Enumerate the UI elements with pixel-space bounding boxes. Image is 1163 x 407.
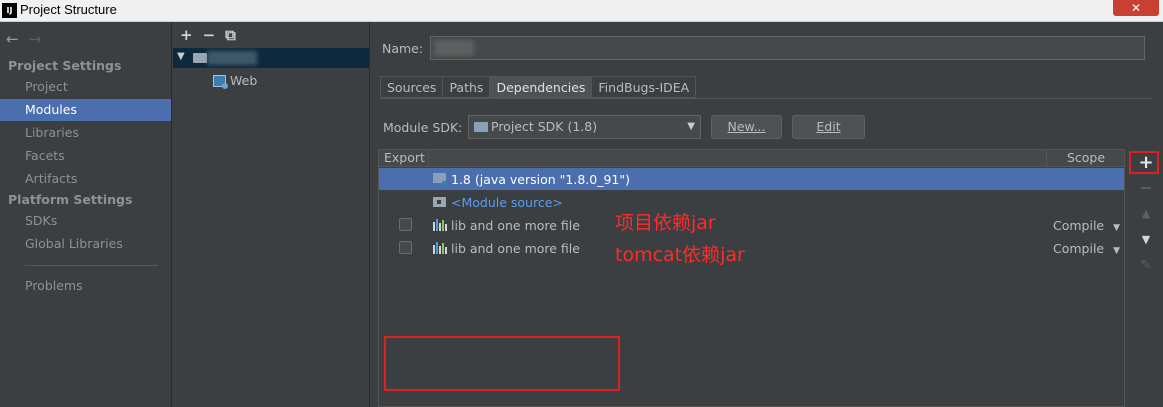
dependency-label: lib and one more file [451, 218, 580, 233]
edit-sdk-button[interactable]: Edit [792, 115, 865, 139]
table-row[interactable]: 1.8 (java version "1.8.0_91") [379, 168, 1124, 190]
nav-history: ← → [6, 30, 51, 48]
module-sdk-value: Project SDK (1.8) [491, 119, 598, 134]
name-label: Name: [382, 41, 424, 56]
close-button[interactable]: ✕ [1113, 0, 1159, 16]
name-column-header[interactable] [430, 150, 1047, 167]
jdk-icon [433, 173, 448, 186]
scope-column-header[interactable]: Scope [1048, 150, 1124, 167]
web-facet-icon [213, 75, 228, 89]
module-tree-pane: + − ⧉ ▼ Web [173, 22, 370, 407]
copy-module-icon[interactable]: ⧉ [225, 26, 236, 44]
nav-item-modules[interactable]: Modules [0, 99, 171, 121]
export-checkbox[interactable] [399, 241, 412, 254]
tree-item-web-label: Web [230, 73, 258, 88]
forward-arrow-icon[interactable]: → [29, 30, 42, 48]
tab-dependencies[interactable]: Dependencies [489, 76, 592, 98]
highlight-box-libraries [384, 336, 620, 391]
library-icon [433, 219, 447, 231]
chevron-down-icon: ▼ [687, 121, 695, 132]
new-sdk-button[interactable]: New... [711, 115, 782, 139]
chevron-down-icon: ▼ [1113, 246, 1121, 256]
move-down-icon[interactable]: ▼ [1138, 232, 1154, 248]
export-checkbox[interactable] [399, 218, 412, 231]
table-row[interactable]: lib and one more file Compile ▼ [379, 214, 1124, 236]
back-arrow-icon[interactable]: ← [6, 30, 19, 48]
expand-arrow-icon[interactable]: ▼ [177, 51, 185, 62]
module-sdk-select[interactable]: Project SDK (1.8) ▼ [468, 115, 701, 139]
scope-select[interactable]: Compile ▼ [1053, 218, 1120, 233]
sdk-folder-icon [474, 122, 488, 132]
title-bar: IJ Project Structure ✕ [0, 0, 1163, 22]
platform-settings-header: Platform Settings [8, 192, 133, 207]
nav-item-libraries[interactable]: Libraries [0, 122, 171, 144]
tab-divider [380, 98, 1153, 99]
chevron-down-icon: ▼ [1113, 223, 1121, 233]
tab-findbugs[interactable]: FindBugs-IDEA [591, 76, 697, 98]
dependencies-table: Export Scope 1.8 (java version "1.8.0_91… [378, 149, 1125, 407]
module-details: Name: Sources Paths Dependencies FindBug… [371, 22, 1163, 407]
table-header: Export Scope [379, 150, 1124, 167]
remove-module-icon[interactable]: − [203, 26, 216, 44]
nav-divider [25, 265, 158, 266]
tab-sources[interactable]: Sources [380, 76, 443, 98]
add-module-icon[interactable]: + [180, 26, 193, 44]
annotation-project-jar: 项目依赖jar [615, 212, 716, 234]
edit-dependency-icon[interactable]: ✎ [1138, 258, 1154, 274]
tree-root-module[interactable]: ▼ [173, 48, 369, 68]
library-icon [433, 242, 447, 254]
dependencies-toolbar: + − ▲ ▼ ✎ [1128, 149, 1159, 289]
table-row[interactable]: lib and one more file Compile ▼ [379, 237, 1124, 259]
window-title: Project Structure [20, 2, 117, 17]
table-row[interactable]: <Module source> [379, 191, 1124, 213]
remove-dependency-icon[interactable]: − [1138, 180, 1154, 196]
project-settings-header: Project Settings [8, 58, 122, 73]
tree-item-web[interactable]: Web [213, 72, 257, 90]
module-sdk-label: Module SDK: [383, 120, 463, 135]
redacted-name-value [434, 40, 474, 56]
scope-select[interactable]: Compile ▼ [1053, 241, 1120, 256]
module-name-field[interactable] [430, 36, 1145, 60]
nav-item-problems[interactable]: Problems [0, 275, 171, 297]
move-up-icon[interactable]: ▲ [1138, 206, 1154, 222]
intellij-app-icon: IJ [2, 3, 17, 18]
module-source-icon [433, 197, 446, 207]
dependency-label: 1.8 (java version "1.8.0_91") [451, 172, 630, 187]
nav-item-artifacts[interactable]: Artifacts [0, 168, 171, 190]
tab-paths[interactable]: Paths [442, 76, 490, 98]
add-dependency-icon[interactable]: + [1138, 154, 1154, 172]
dependency-label: lib and one more file [451, 241, 580, 256]
settings-nav: ← → Project Settings Project Modules Libr… [0, 22, 172, 407]
dependency-label: <Module source> [451, 195, 563, 210]
redacted-module-name [207, 51, 257, 65]
nav-item-global-libraries[interactable]: Global Libraries [0, 233, 171, 255]
annotation-tomcat-jar: tomcat依赖jar [615, 244, 745, 266]
module-folder-icon [193, 53, 207, 63]
module-tabs: Sources Paths Dependencies FindBugs-IDEA [380, 76, 697, 98]
nav-item-sdks[interactable]: SDKs [0, 210, 171, 232]
nav-item-facets[interactable]: Facets [0, 145, 171, 167]
nav-item-project[interactable]: Project [0, 76, 171, 98]
export-column-header[interactable]: Export [379, 150, 429, 167]
tree-toolbar: + − ⧉ [180, 26, 246, 44]
